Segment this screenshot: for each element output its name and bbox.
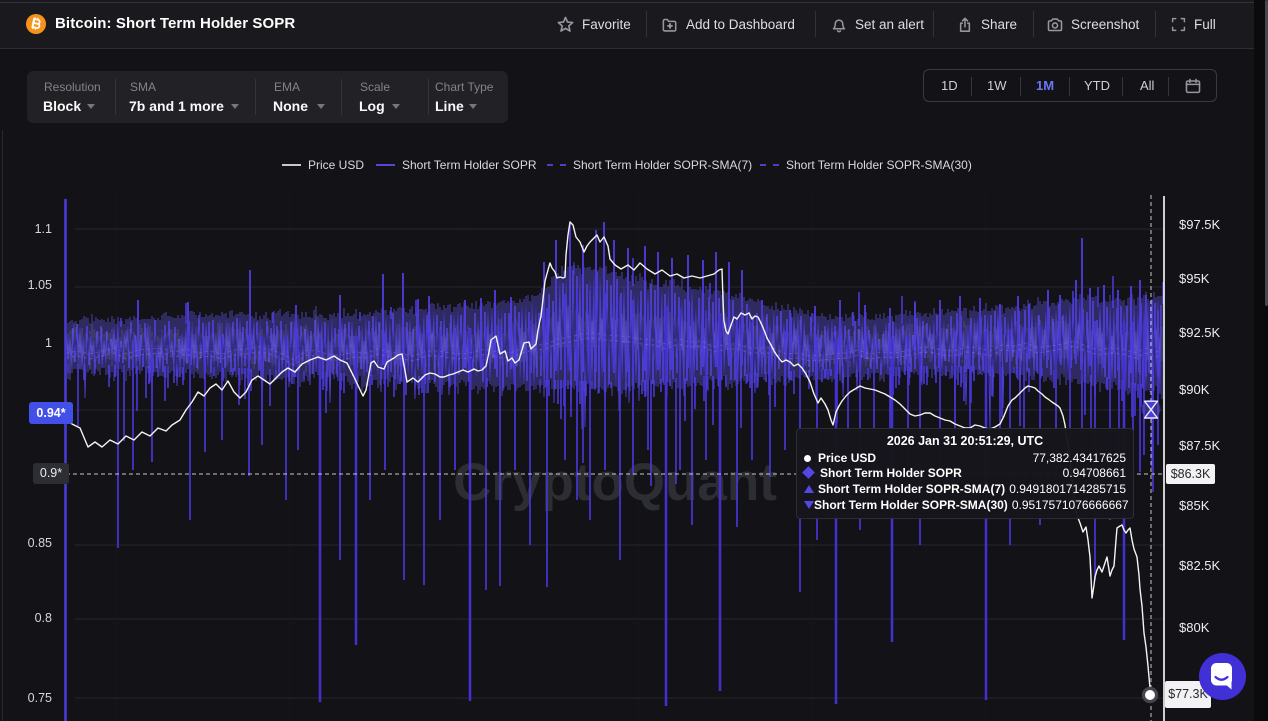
svg-text:CryptoQuant: CryptoQuant (453, 453, 777, 512)
